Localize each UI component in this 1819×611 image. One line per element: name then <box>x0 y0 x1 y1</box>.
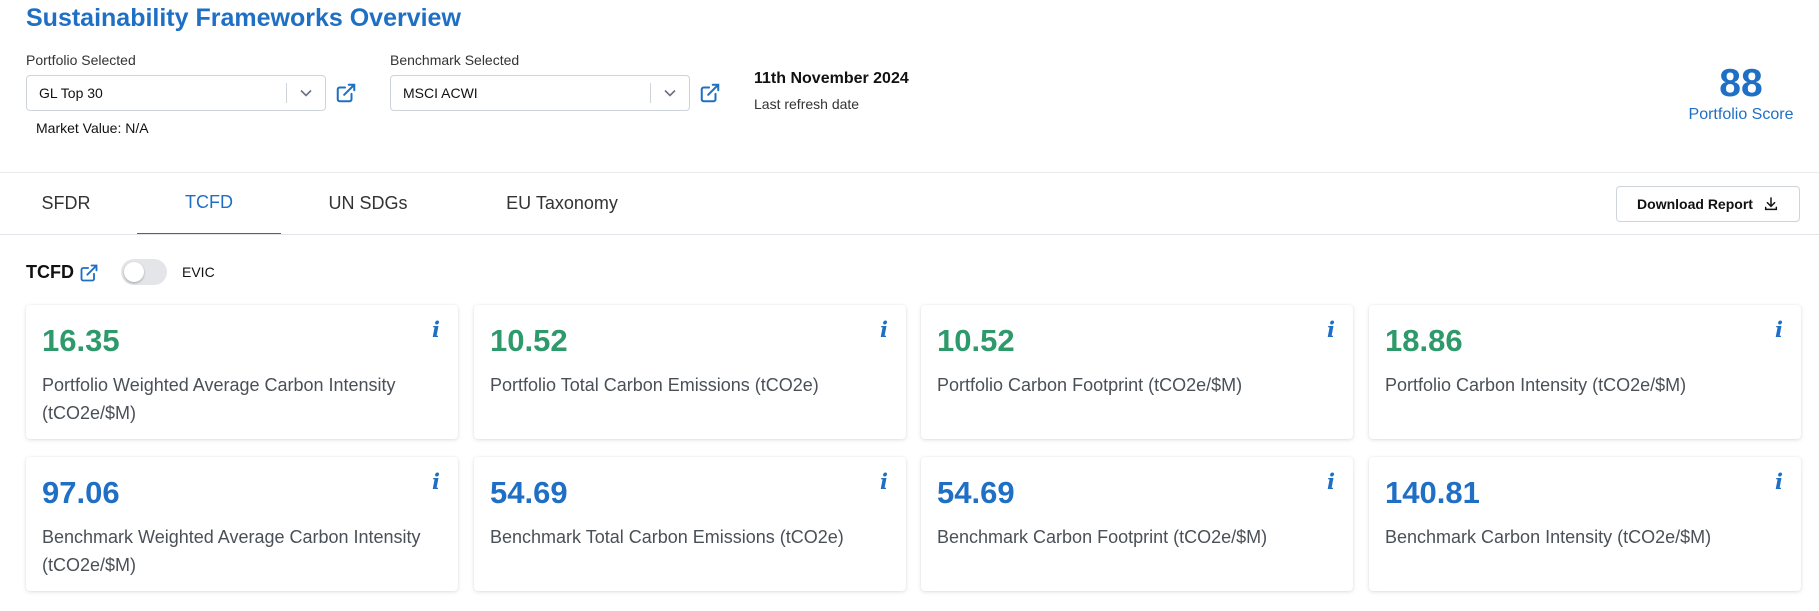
download-report-button[interactable]: Download Report <box>1616 186 1800 222</box>
metric-card: 10.52 Portfolio Carbon Footprint (tCO2e/… <box>921 305 1353 439</box>
tab-tcfd[interactable]: TCFD <box>137 172 281 235</box>
info-icon[interactable]: i <box>1327 469 1335 494</box>
tab-sfdr[interactable]: SFDR <box>20 172 112 234</box>
metric-label: Benchmark Carbon Intensity (tCO2e/$M) <box>1385 527 1712 547</box>
portfolio-score-value: 88 <box>1719 62 1763 105</box>
metric-card: 140.81 Benchmark Carbon Intensity (tCO2e… <box>1369 457 1801 591</box>
metric-value: 18.86 <box>1385 323 1463 358</box>
divider <box>0 234 1819 235</box>
section-title: TCFD <box>26 262 74 282</box>
tcfd-external-link-icon[interactable] <box>76 260 102 286</box>
metric-card: 54.69 Benchmark Carbon Footprint (tCO2e/… <box>921 457 1353 591</box>
info-icon[interactable]: i <box>1775 317 1783 342</box>
tab-un-sdgs[interactable]: UN SDGs <box>308 172 428 234</box>
download-report-label: Download Report <box>1637 196 1753 212</box>
portfolio-score: 88 Portfolio Score <box>1681 62 1801 124</box>
portfolio-select-value: GL Top 30 <box>39 85 103 101</box>
metric-label: Portfolio Carbon Footprint (tCO2e/$M) <box>937 375 1243 395</box>
benchmark-select-value: MSCI ACWI <box>403 85 478 101</box>
metric-value: 140.81 <box>1385 475 1480 510</box>
market-value: Market Value: N/A <box>36 120 149 136</box>
metric-value: 54.69 <box>937 475 1015 510</box>
refresh-date: 11th November 2024 <box>754 70 909 87</box>
metric-label: Portfolio Weighted Average Carbon Intens… <box>42 375 396 423</box>
metric-value: 10.52 <box>937 323 1015 358</box>
metric-card: 10.52 Portfolio Total Carbon Emissions (… <box>474 305 906 439</box>
info-icon[interactable]: i <box>432 317 440 342</box>
benchmark-external-link-icon[interactable] <box>697 80 723 106</box>
metric-value: 16.35 <box>42 323 120 358</box>
metric-card: 54.69 Benchmark Total Carbon Emissions (… <box>474 457 906 591</box>
tab-eu-taxonomy[interactable]: EU Taxonomy <box>482 172 642 234</box>
chevron-down-icon[interactable] <box>651 89 689 97</box>
info-icon[interactable]: i <box>432 469 440 494</box>
metric-label: Benchmark Carbon Footprint (tCO2e/$M) <box>937 527 1268 547</box>
metric-card: 18.86 Portfolio Carbon Intensity (tCO2e/… <box>1369 305 1801 439</box>
evic-label: EVIC <box>182 264 215 280</box>
info-icon[interactable]: i <box>880 469 888 494</box>
portfolio-score-label: Portfolio Score <box>1688 106 1794 123</box>
page-title: Sustainability Frameworks Overview <box>26 4 461 32</box>
portfolio-external-link-icon[interactable] <box>333 80 359 106</box>
metric-label: Benchmark Total Carbon Emissions (tCO2e) <box>490 527 844 547</box>
portfolio-selected-label: Portfolio Selected <box>26 52 136 68</box>
info-icon[interactable]: i <box>880 317 888 342</box>
metric-card: 97.06 Benchmark Weighted Average Carbon … <box>26 457 458 591</box>
metric-label: Portfolio Carbon Intensity (tCO2e/$M) <box>1385 375 1687 395</box>
refresh-date-label: Last refresh date <box>754 96 860 112</box>
metric-value: 97.06 <box>42 475 120 510</box>
download-icon <box>1764 197 1778 211</box>
portfolio-select[interactable]: GL Top 30 <box>26 75 326 111</box>
info-icon[interactable]: i <box>1775 469 1783 494</box>
benchmark-select[interactable]: MSCI ACWI <box>390 75 690 111</box>
chevron-down-icon[interactable] <box>287 89 325 97</box>
info-icon[interactable]: i <box>1327 317 1335 342</box>
metric-card: 16.35 Portfolio Weighted Average Carbon … <box>26 305 458 439</box>
benchmark-selected-label: Benchmark Selected <box>390 52 520 68</box>
metric-label: Benchmark Weighted Average Carbon Intens… <box>42 527 421 575</box>
metric-value: 54.69 <box>490 475 568 510</box>
metric-label: Portfolio Total Carbon Emissions (tCO2e) <box>490 375 819 395</box>
toggle-knob <box>124 262 144 282</box>
metric-value: 10.52 <box>490 323 568 358</box>
evic-toggle[interactable] <box>121 259 167 285</box>
